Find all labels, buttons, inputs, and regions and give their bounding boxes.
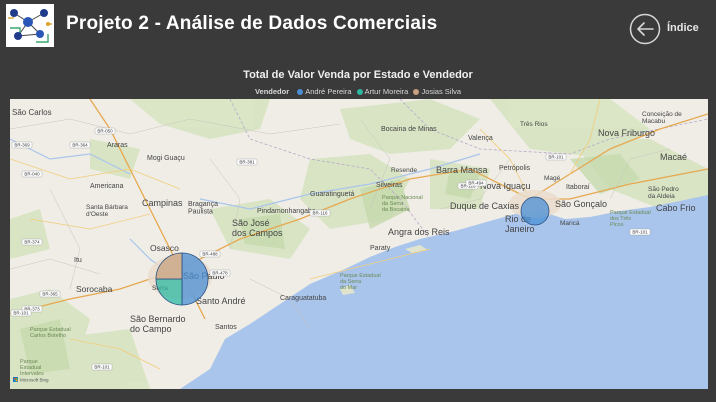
- road-shield: BR-050: [94, 127, 116, 135]
- svg-text:BR-116: BR-116: [313, 211, 328, 216]
- svg-text:BR-101: BR-101: [632, 230, 648, 235]
- svg-text:BR-101: BR-101: [13, 311, 29, 316]
- place-label-sao-pedro: São Pedro da Aldeia: [648, 186, 679, 200]
- place-label-santo-andre: Santo André: [196, 296, 246, 306]
- page-title: Projeto 2 - Análise de Dados Comerciais: [66, 13, 438, 34]
- place-label-americana: Americana: [90, 183, 124, 190]
- place-label-campinas: Campinas: [142, 198, 183, 208]
- svg-text:BR-365: BR-365: [42, 292, 58, 297]
- place-label-santos: Santos: [215, 324, 237, 331]
- road-shield: BR-040: [21, 170, 43, 178]
- place-label-mogi-guacu: Mogi Guaçu: [147, 155, 185, 162]
- place-label-park3: Parque Estadual Carlos Botelho: [30, 327, 71, 339]
- place-label-itaborai: Itaboraí: [566, 184, 590, 191]
- project-logo: [6, 4, 54, 47]
- road-shield: BR-101: [629, 228, 651, 236]
- legend-swatch: [356, 89, 363, 95]
- place-label-guaratingueta: Guaratinguetá: [310, 191, 354, 198]
- legend-label: André Pereira: [305, 87, 352, 96]
- place-label-sao-goncalo: São Gonçalo: [555, 199, 607, 209]
- back-label[interactable]: Índice: [667, 22, 699, 34]
- svg-text:BR-101: BR-101: [94, 365, 110, 370]
- road-shield: BR-381: [236, 158, 258, 166]
- pie-marker-rio-de-janeiro[interactable]: [520, 196, 550, 226]
- road-shield: BR-369: [11, 141, 33, 149]
- road-shield: BR-116: [309, 209, 331, 217]
- place-label-valenca: Valença: [468, 135, 493, 142]
- svg-text:BR-381: BR-381: [239, 160, 255, 165]
- svg-text:BR-494: BR-494: [468, 181, 484, 186]
- place-label-barra-mansa: Barra Mansa: [436, 165, 488, 175]
- svg-text:BR-374: BR-374: [24, 240, 40, 245]
- road-shield: BR-478: [209, 269, 231, 277]
- legend-label: Josias Silva: [421, 87, 462, 96]
- road-shield: BR-488: [199, 250, 221, 258]
- road-shield: BR-364: [69, 141, 91, 149]
- svg-text:BR-040: BR-040: [24, 172, 40, 177]
- pie-marker-sao-paulo[interactable]: [155, 252, 209, 306]
- road-shield: BR-365: [39, 290, 61, 298]
- legend-entry-andre[interactable]: André Pereira: [297, 87, 352, 96]
- place-label-osasco: Osasco: [150, 243, 179, 253]
- svg-text:BR-101: BR-101: [548, 155, 564, 160]
- place-label-marica: Maricá: [560, 220, 580, 227]
- road-shield: BR-374: [21, 238, 43, 246]
- svg-text:BR-369: BR-369: [14, 143, 30, 148]
- map-attribution: Microsoft Bing: [20, 378, 49, 383]
- place-label-paraty: Paraty: [370, 245, 391, 252]
- place-label-macae: Macaé: [660, 152, 687, 162]
- place-label-resende: Resende: [391, 167, 417, 174]
- arrow-left-icon: [629, 13, 661, 45]
- legend-entry-artur[interactable]: Artur Moreira: [356, 87, 409, 96]
- place-label-mage: Magé: [544, 175, 561, 182]
- place-label-tres-rios: Três Rios: [520, 121, 548, 128]
- legend-swatch: [413, 89, 420, 95]
- legend-swatch: [297, 89, 304, 95]
- place-label-silveiras: Silveiras: [376, 182, 403, 189]
- svg-text:BR-050: BR-050: [97, 129, 113, 134]
- place-label-petropolis: Petrópolis: [499, 165, 531, 172]
- svg-text:BR-364: BR-364: [72, 143, 88, 148]
- svg-text:BR-478: BR-478: [212, 271, 228, 276]
- road-shield: BR-101: [10, 309, 32, 317]
- place-label-duque: Duque de Caxias: [450, 201, 520, 211]
- road-shield: BR-101: [545, 153, 567, 161]
- place-label-bocaina: Bocaina de Minas: [381, 126, 437, 133]
- legend-title: Vendedor: [254, 87, 290, 96]
- chart-title: Total de Valor Venda por Estado e Vended…: [243, 69, 473, 81]
- place-label-caraguatatuba: Caraguatatuba: [280, 295, 326, 302]
- legend: Vendedor André Pereira Artur Moreira Jos…: [0, 87, 716, 96]
- place-label-pindamonhangaba: Pindamonhangaba: [257, 208, 316, 215]
- map-visual[interactable]: São CarlosArarasMogi GuaçuAmericanaSanta…: [10, 99, 708, 389]
- pie-slice-andre[interactable]: [520, 196, 550, 226]
- svg-text:BR-488: BR-488: [202, 252, 218, 257]
- place-label-cabo-frio: Cabo Frio: [656, 203, 696, 213]
- place-label-nova-friburgo: Nova Friburgo: [598, 128, 655, 138]
- place-label-itu: Itu: [74, 257, 82, 264]
- legend-label: Artur Moreira: [364, 87, 409, 96]
- back-button[interactable]: [629, 13, 661, 45]
- place-label-angra: Angra dos Reis: [388, 227, 450, 237]
- place-label-sorocaba: Sorocaba: [76, 284, 113, 294]
- legend-entry-josias[interactable]: Josias Silva: [413, 87, 461, 96]
- road-shield: BR-494: [465, 179, 487, 187]
- place-label-araras: Araras: [107, 142, 128, 149]
- road-shield: BR-101: [91, 363, 113, 371]
- place-label-nova-iguacu: Nova Iguaçu: [480, 181, 531, 191]
- place-label-sao-carlos: São Carlos: [12, 108, 52, 117]
